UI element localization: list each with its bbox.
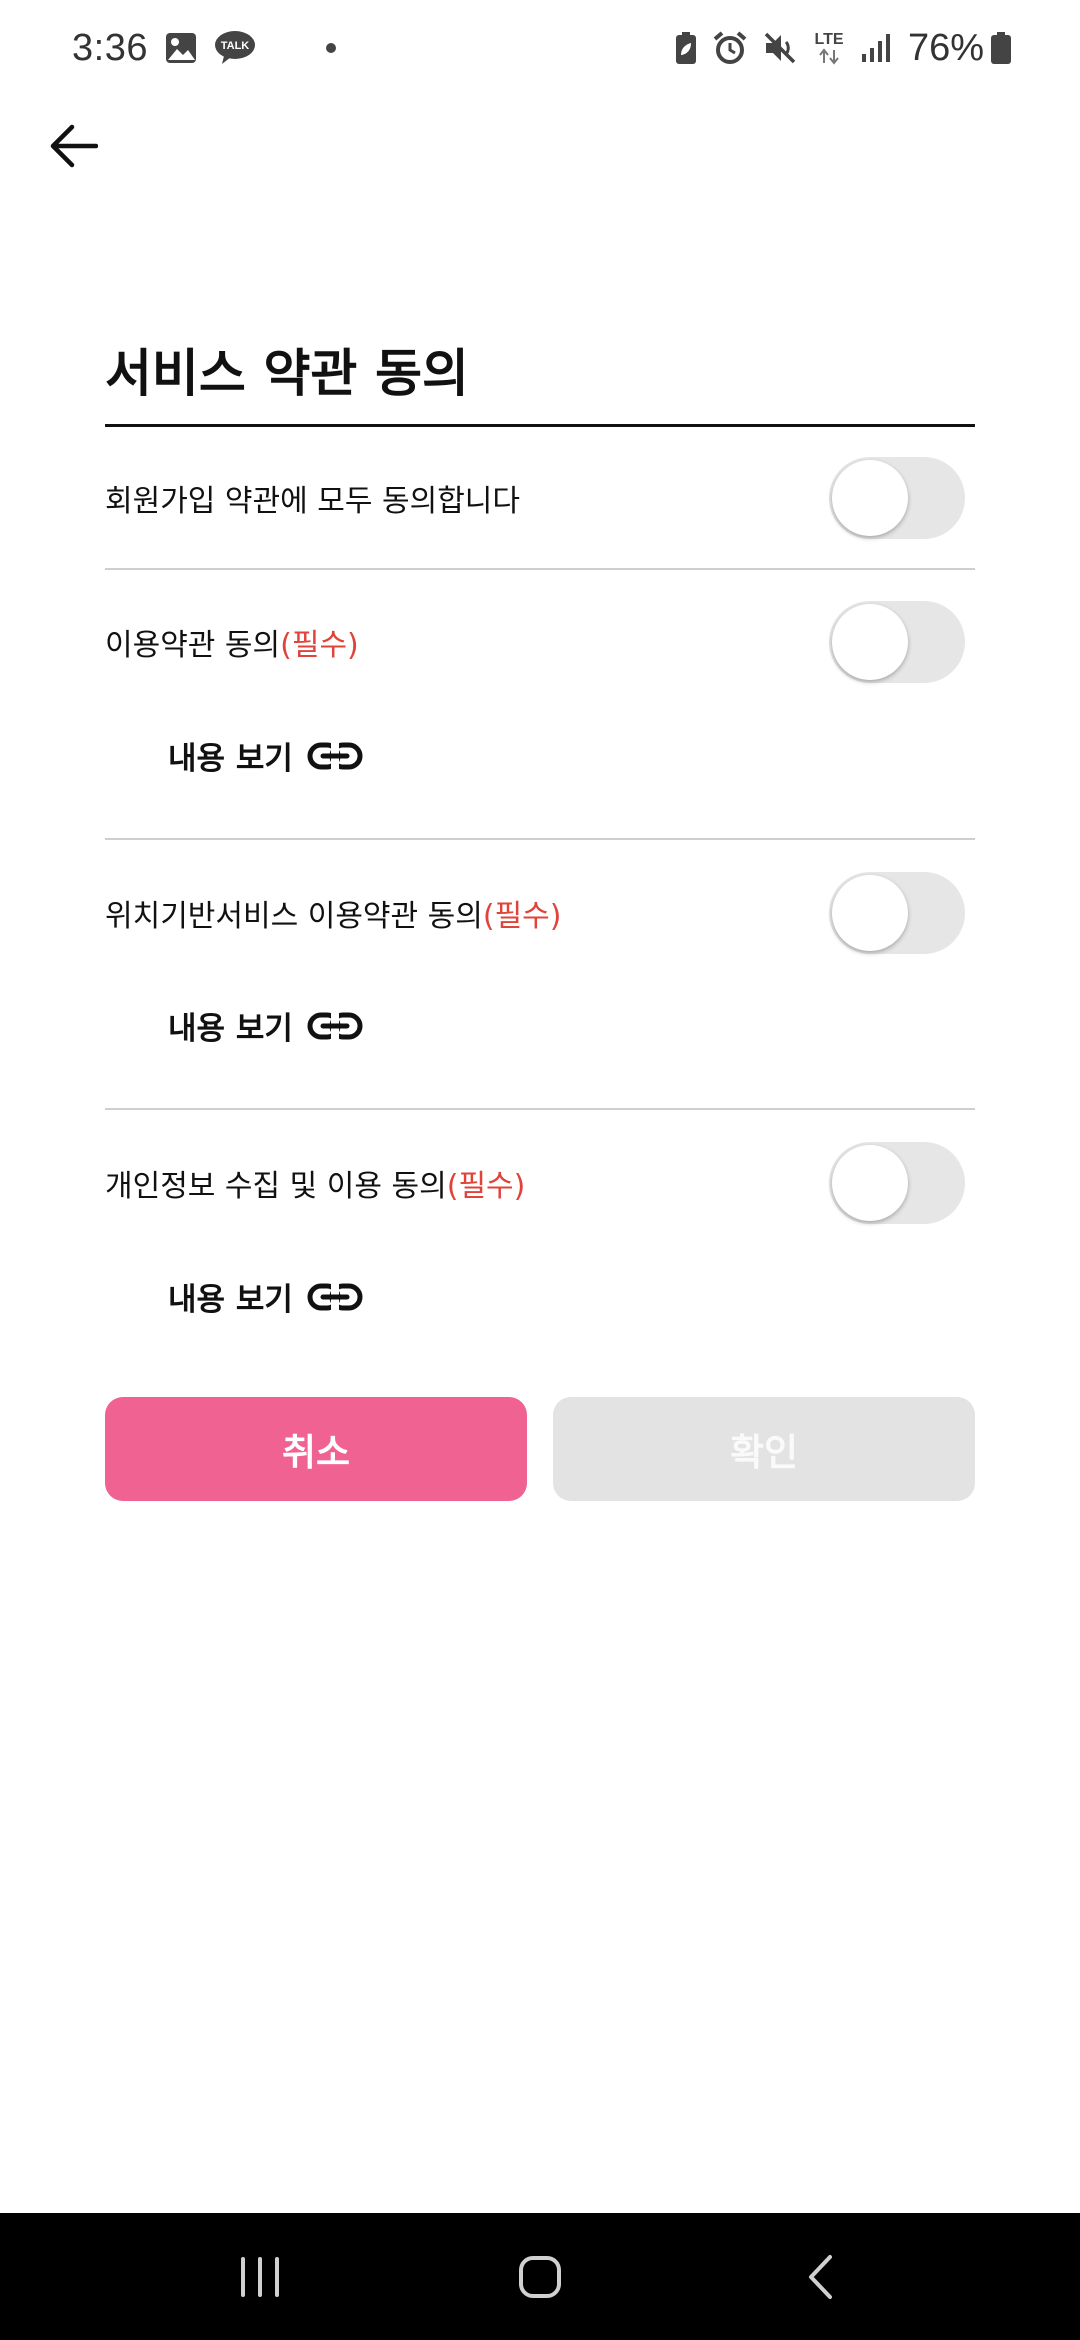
signal-icon <box>860 32 892 64</box>
title-divider <box>105 424 975 427</box>
nav-back-button[interactable] <box>775 2232 865 2322</box>
alarm-icon <box>712 30 748 66</box>
toggle-knob <box>832 460 908 536</box>
location-terms-toggle[interactable] <box>829 872 965 954</box>
toggle-knob <box>832 1145 908 1221</box>
notification-dot <box>325 43 336 53</box>
confirm-button[interactable]: 확인 <box>553 1397 975 1501</box>
status-time: 3:36 <box>72 26 148 69</box>
privacy-terms-view-link[interactable]: 내용 보기 <box>168 1274 363 1319</box>
arrow-left-icon <box>50 124 98 168</box>
back-button[interactable] <box>44 116 104 176</box>
terms-of-use-toggle[interactable] <box>829 601 965 683</box>
link-icon <box>307 1281 363 1313</box>
privacy-terms-label: 개인정보 수집 및 이용 동의(필수) <box>105 1161 525 1205</box>
location-terms-label: 위치기반서비스 이용약관 동의(필수) <box>105 891 561 935</box>
home-button[interactable] <box>495 2232 585 2322</box>
kakaotalk-icon: TALK <box>214 30 256 66</box>
agree-all-row: 회원가입 약관에 모두 동의합니다 <box>105 457 975 539</box>
link-icon <box>307 740 363 772</box>
toggle-knob <box>832 604 908 680</box>
page-title: 서비스 약관 동의 <box>105 345 469 404</box>
lte-icon: LTE <box>812 29 846 67</box>
divider <box>105 1108 975 1110</box>
terms-of-use-view-link[interactable]: 내용 보기 <box>168 733 363 778</box>
talk-badge-text: TALK <box>221 40 250 52</box>
required-marker: (필수) <box>482 899 562 934</box>
navigation-bar <box>0 2213 1080 2340</box>
toggle-knob <box>832 875 908 951</box>
required-marker: (필수) <box>280 628 359 663</box>
view-link-label: 내용 보기 <box>168 1011 293 1047</box>
battery-saver-icon <box>674 31 698 65</box>
terms-agreement-screen: 3:36 TALK LTE 76% 서비스 약관 동의 회원가입 약관에 모두 … <box>0 0 1080 2340</box>
divider <box>105 838 975 840</box>
gallery-icon <box>164 31 198 65</box>
privacy-terms-toggle[interactable] <box>829 1142 965 1224</box>
recent-apps-icon <box>241 2256 279 2297</box>
terms-of-use-row: 이용약관 동의(필수) <box>105 601 975 683</box>
privacy-terms-row: 개인정보 수집 및 이용 동의(필수) <box>105 1142 975 1224</box>
view-link-label: 내용 보기 <box>168 741 293 777</box>
terms-of-use-label: 이용약관 동의(필수) <box>105 620 359 664</box>
status-bar: 3:36 TALK LTE 76% <box>0 0 1080 96</box>
status-right: LTE 76% <box>660 27 1012 70</box>
link-icon <box>307 1010 363 1042</box>
home-icon <box>519 2255 561 2298</box>
required-marker: (필수) <box>446 1169 526 1204</box>
agree-all-label: 회원가입 약관에 모두 동의합니다 <box>105 484 521 519</box>
location-terms-view-link[interactable]: 내용 보기 <box>168 1003 363 1048</box>
battery-icon <box>990 31 1012 65</box>
battery-percentage: 76% <box>907 26 984 69</box>
cancel-button[interactable]: 취소 <box>105 1397 527 1501</box>
recent-apps-button[interactable] <box>215 2232 305 2322</box>
privacy-terms-text: 개인정보 수집 및 이용 동의 <box>105 1169 447 1204</box>
agree-all-toggle[interactable] <box>829 457 965 539</box>
mute-icon <box>762 30 798 66</box>
lte-text: LTE <box>814 31 843 48</box>
terms-of-use-text: 이용약관 동의 <box>105 628 281 663</box>
divider <box>105 568 975 570</box>
location-terms-text: 위치기반서비스 이용약관 동의 <box>105 899 483 934</box>
view-link-label: 내용 보기 <box>168 1282 293 1318</box>
status-left: 3:36 TALK <box>72 27 336 70</box>
chevron-left-icon <box>809 2254 832 2299</box>
location-terms-row: 위치기반서비스 이용약관 동의(필수) <box>105 872 975 954</box>
